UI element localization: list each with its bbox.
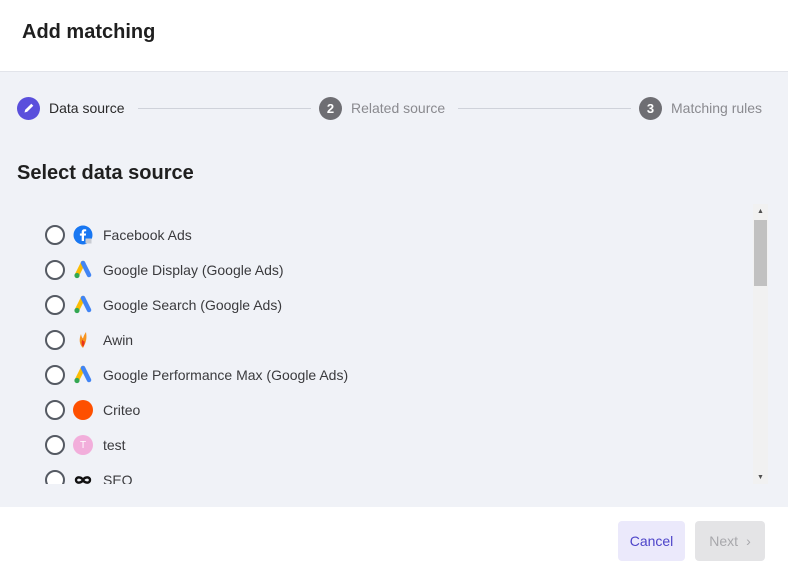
list-scrollbar[interactable]: ▲ ▼ (753, 204, 768, 484)
list-item-facebook-ads[interactable]: Facebook Ads (45, 223, 192, 247)
google-ads-icon (73, 295, 93, 315)
infinity-icon (73, 470, 93, 484)
avatar-letter: T (73, 435, 93, 455)
radio-button[interactable] (45, 225, 65, 245)
list-item-criteo[interactable]: Criteo (45, 398, 140, 422)
stepper: Data source 2 Related source 3 Matching … (17, 96, 769, 120)
next-button-label: Next (709, 533, 739, 549)
source-label: Google Performance Max (Google Ads) (103, 367, 349, 383)
next-button[interactable]: Next › (695, 521, 765, 561)
list-item-google-performance-max[interactable]: Google Performance Max (Google Ads) (45, 363, 348, 387)
source-label: Google Search (Google Ads) (103, 297, 282, 313)
radio-button[interactable] (45, 330, 65, 350)
radio-button[interactable] (45, 400, 65, 420)
list-item-awin[interactable]: Awin (45, 328, 133, 352)
source-label: Google Display (Google Ads) (103, 262, 284, 278)
criteo-icon (73, 400, 93, 420)
step-connector (138, 108, 311, 109)
pencil-icon (17, 96, 40, 120)
radio-button[interactable] (45, 295, 65, 315)
scroll-up-arrow-icon[interactable]: ▲ (753, 204, 768, 218)
cancel-button-label: Cancel (629, 533, 674, 549)
step-data-source[interactable]: Data source (17, 96, 124, 120)
step-label: Matching rules (671, 100, 763, 116)
step-related-source[interactable]: 2 Related source (319, 96, 445, 120)
scroll-down-arrow-icon[interactable]: ▼ (753, 470, 768, 484)
step-label: Data source (49, 100, 125, 116)
source-label: Awin (103, 332, 134, 348)
radio-button[interactable] (45, 470, 65, 484)
step-label: Related source (351, 100, 446, 116)
radio-button[interactable] (45, 260, 65, 280)
step-matching-rules[interactable]: 3 Matching rules (639, 96, 762, 120)
step-number: 3 (639, 96, 662, 120)
step-connector (458, 108, 631, 109)
section-title: Select data source (17, 162, 194, 184)
cancel-button[interactable]: Cancel (618, 521, 685, 561)
facebook-icon (73, 225, 93, 245)
google-ads-icon (73, 260, 93, 280)
chevron-right-icon: › (746, 533, 751, 549)
list-item-test[interactable]: T test (45, 433, 126, 457)
source-label: test (103, 437, 126, 453)
awin-icon (73, 330, 93, 350)
source-label: Criteo (103, 402, 141, 418)
avatar-t-icon: T (73, 435, 93, 455)
list-item-google-display[interactable]: Google Display (Google Ads) (45, 258, 284, 282)
step-number: 2 (319, 96, 342, 120)
source-label: SEO (103, 472, 133, 484)
list-item-seo[interactable]: SEO (45, 468, 133, 484)
dialog-body: Data source 2 Related source 3 Matching … (0, 72, 788, 507)
dialog-footer: Cancel Next › (0, 507, 788, 572)
radio-button[interactable] (45, 435, 65, 455)
dialog-header: Add matching (0, 0, 788, 72)
data-source-list: Facebook Ads Google Display (Google Ads) (30, 203, 770, 484)
dialog-title: Add matching (22, 21, 156, 43)
google-ads-icon (73, 365, 93, 385)
scroll-thumb[interactable] (754, 220, 767, 286)
radio-button[interactable] (45, 365, 65, 385)
list-item-google-search[interactable]: Google Search (Google Ads) (45, 293, 282, 317)
source-label: Facebook Ads (103, 227, 192, 243)
